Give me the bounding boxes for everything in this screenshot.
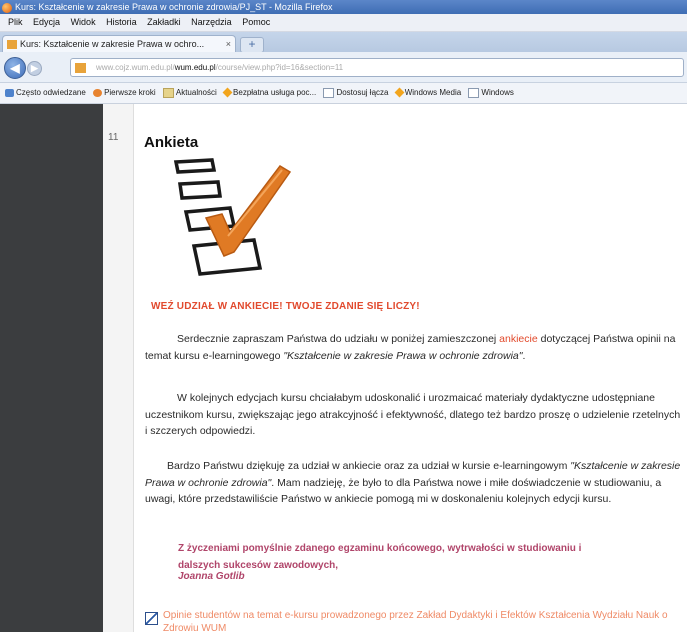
bookmarks-toolbar: Często odwiedzane Pierwsze kroki Aktualn…	[0, 83, 687, 104]
bookmark-label: Aktualności	[175, 88, 217, 97]
tab-label: Kurs: Kształcenie w zakresie Prawa w och…	[20, 39, 205, 49]
site-favicon-icon	[7, 40, 17, 50]
rss-icon	[93, 88, 103, 97]
feedback-activity-link[interactable]: Opinie studentów na temat e-kursu prowad…	[163, 609, 683, 635]
bookmark-pierwsze-kroki[interactable]: Pierwsze kroki	[93, 83, 156, 103]
check-highlight	[227, 169, 283, 237]
folder-icon	[162, 87, 174, 98]
intro-end: .	[522, 349, 526, 362]
section-gutter	[103, 104, 134, 632]
section-number: 11	[108, 132, 119, 143]
star-icon	[394, 87, 405, 98]
improvement-paragraph: W kolejnych edycjach kursu chciałabym ud…	[145, 390, 685, 440]
checkbox-2	[177, 180, 223, 200]
bookmark-dostosuj-lacza[interactable]: Dostosuj łącza	[323, 83, 388, 103]
bookmark-label: Dostosuj łącza	[336, 88, 389, 97]
page-icon	[468, 87, 480, 98]
menu-widok[interactable]: Widok	[71, 17, 96, 27]
page-icon	[323, 87, 335, 98]
menu-bar: Plik Edycja Widok Historia Zakładki Narz…	[0, 14, 687, 32]
menu-zakladki[interactable]: Zakładki	[147, 17, 181, 27]
bookmark-label: Windows	[481, 88, 514, 97]
site-identity-icon[interactable]	[75, 62, 86, 73]
improvement-text: W kolejnych edycjach kursu chciałabym ud…	[145, 392, 681, 437]
window-titlebar: Kurs: Kształcenie w zakresie Prawa w och…	[0, 0, 687, 14]
course-name: "Kształcenie w zakresie Prawa w ochronie…	[283, 349, 523, 362]
bookmark-label: Pierwsze kroki	[104, 88, 156, 97]
forward-button[interactable]: ▶	[27, 61, 42, 76]
intro-text: Serdecznie zapraszam Państwa do udziału …	[177, 333, 500, 345]
back-button[interactable]: ◀	[4, 57, 26, 79]
activity-icon[interactable]	[145, 612, 158, 625]
left-sidebar	[0, 104, 103, 632]
checkbox-1	[173, 158, 217, 174]
firefox-icon	[2, 2, 12, 13]
bookmark-aktualnosci[interactable]: Aktualności	[162, 83, 217, 103]
menu-plik[interactable]: Plik	[8, 17, 23, 27]
survey-call-heading: WEŹ UDZIAŁ W ANKIECIE! TWOJE ZDANIE SIĘ …	[151, 301, 420, 312]
thanks-text: Bardzo Państwu dziękuję za udział w anki…	[167, 460, 571, 472]
bookmark-windows-media[interactable]: Windows Media	[394, 83, 462, 103]
bookmark-czesto-odwiedzane[interactable]: Często odwiedzane	[5, 83, 86, 103]
bookmark-label: Często odwiedzane	[16, 88, 86, 97]
star-icon	[222, 87, 233, 98]
tab-course[interactable]: Kurs: Kształcenie w zakresie Prawa w och…	[2, 35, 236, 53]
thanks-paragraph: Bardzo Państwu dziękuję za udział w anki…	[145, 458, 685, 508]
menu-edycja[interactable]: Edycja	[33, 17, 60, 27]
bookmark-label: Bezpłatna usługa poc...	[233, 88, 317, 97]
section-title: Ankieta	[144, 134, 199, 151]
url-bar[interactable]: www.cojz.wum.edu.pl/wum.edu.pl/course/vi…	[70, 58, 684, 77]
bookmark-windows[interactable]: Windows	[468, 83, 514, 103]
bookmark-bezplatna-usluga[interactable]: Bezpłatna usługa poc...	[222, 83, 317, 103]
url-suffix: /course/view.php?id=16&section=11	[215, 63, 344, 72]
intro-paragraph: Serdecznie zapraszam Państwa do udziału …	[145, 331, 685, 364]
menu-narzedzia[interactable]: Narzędzia	[191, 17, 232, 27]
url-host: wum.edu.pl	[174, 63, 216, 72]
menu-historia[interactable]: Historia	[106, 17, 137, 27]
navigation-toolbar: ◀ ▶ www.cojz.wum.edu.pl/wum.edu.pl/cours…	[0, 52, 687, 83]
menu-pomoc[interactable]: Pomoc	[242, 17, 270, 27]
window-title: Kurs: Kształcenie w zakresie Prawa w och…	[15, 2, 333, 12]
bookmark-blue-icon	[5, 88, 14, 97]
tab-bar: Kurs: Kształcenie w zakresie Prawa w och…	[0, 32, 687, 53]
new-tab-button[interactable]: +	[240, 37, 264, 53]
signature: Joanna Gotlib	[178, 571, 245, 582]
bookmark-label: Windows Media	[404, 88, 462, 97]
tab-close-icon[interactable]: ×	[226, 36, 231, 53]
survey-link[interactable]: ankiecie	[499, 333, 538, 345]
checklist-image	[173, 158, 292, 276]
url-prefix: www.cojz.wum.edu.pl/	[96, 63, 175, 72]
